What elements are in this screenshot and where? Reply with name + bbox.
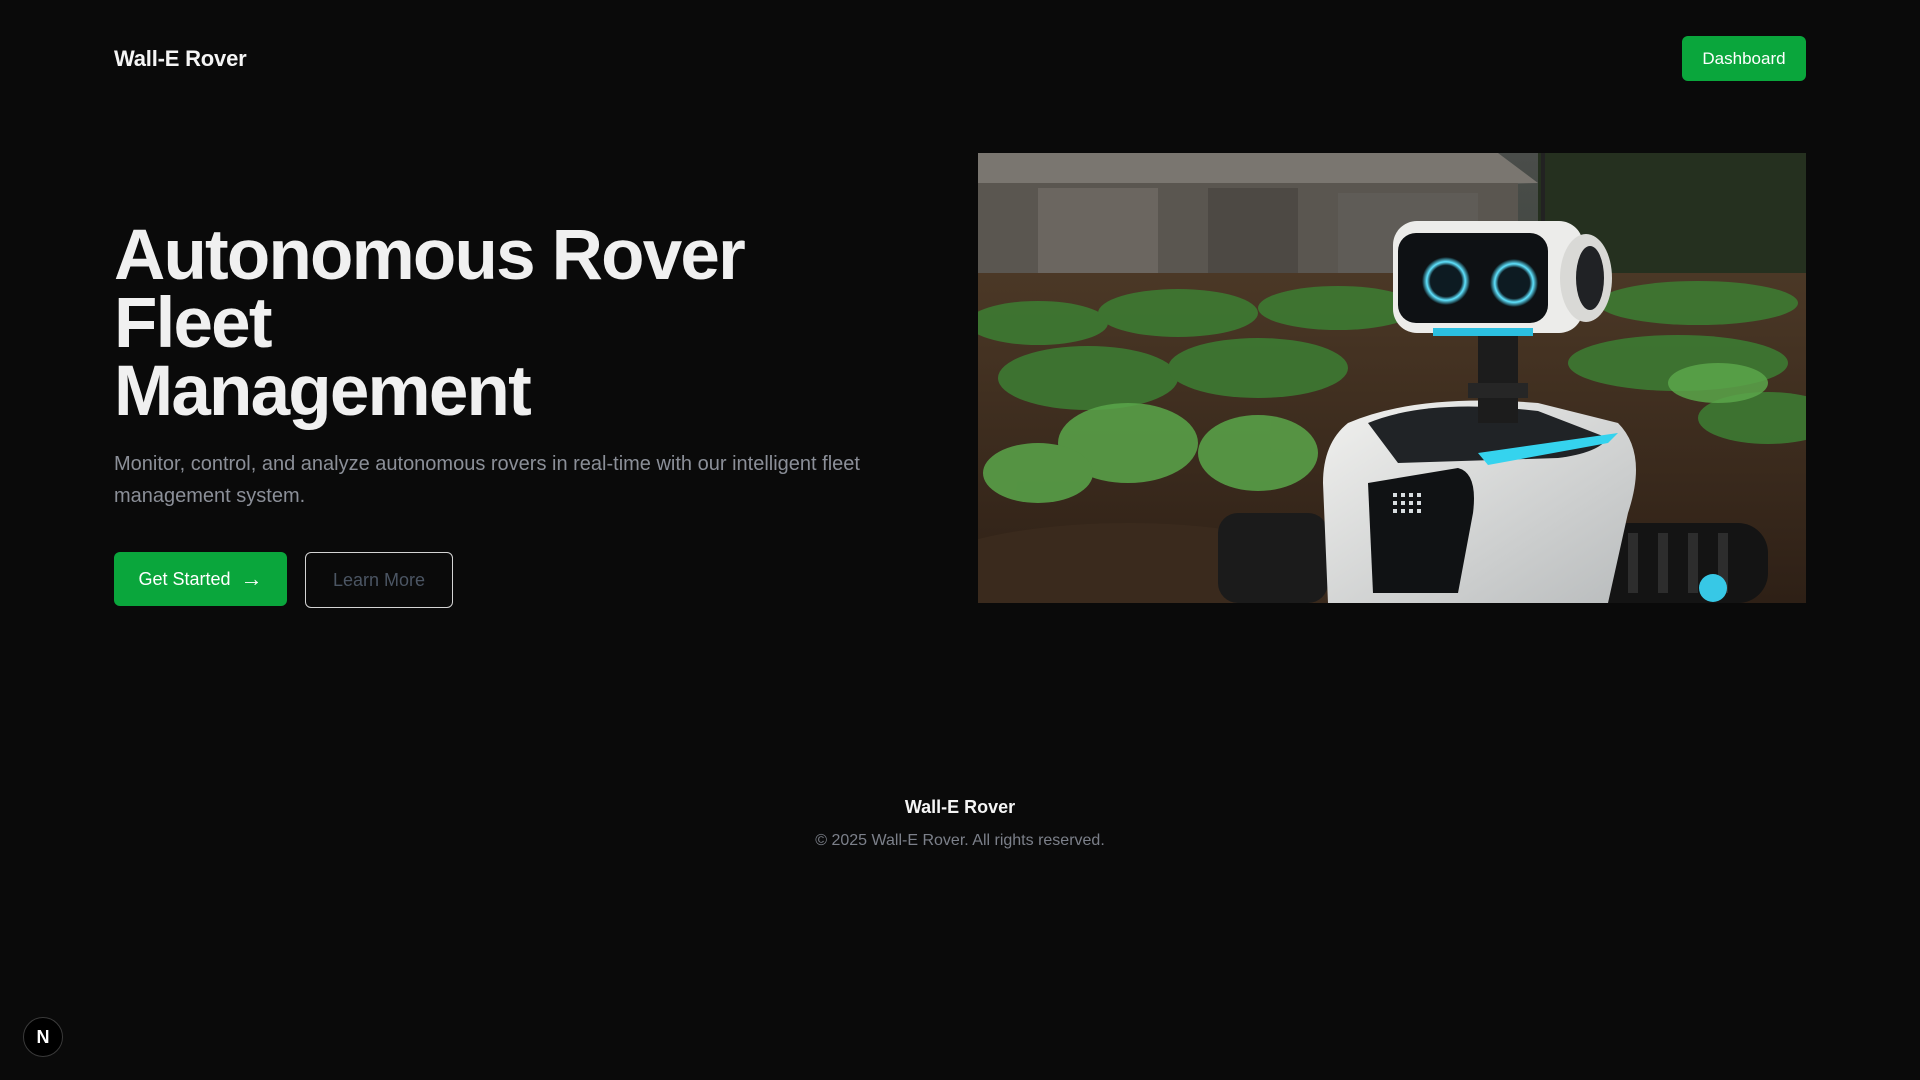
- hero-section: Autonomous Rover Fleet Management Monito…: [114, 220, 914, 608]
- hero-title-line1: Autonomous Rover Fleet: [114, 216, 746, 363]
- landing-page: Wall-E Rover Dashboard Autonomous Rover …: [0, 0, 1920, 1080]
- learn-more-button[interactable]: Learn More: [305, 552, 453, 608]
- hero-subtitle: Monitor, control, and analyze autonomous…: [114, 453, 860, 507]
- arrow-right-icon: →: [240, 566, 263, 591]
- site-header: Wall-E Rover Dashboard: [114, 36, 1806, 81]
- site-footer: Wall-E Rover © 2025 Wall-E Rover. All ri…: [0, 797, 1920, 850]
- footer-brand: Wall-E Rover: [904, 797, 1016, 817]
- get-started-label: Get Started: [138, 568, 231, 589]
- cta-row: Get Started → Learn More: [114, 552, 914, 608]
- get-started-button[interactable]: Get Started →: [114, 552, 287, 606]
- nextjs-dev-badge-icon[interactable]: N: [23, 1017, 63, 1057]
- rover-hero-image: [978, 153, 1806, 603]
- brand-logo[interactable]: Wall-E Rover: [114, 46, 247, 72]
- dashboard-button[interactable]: Dashboard: [1682, 36, 1806, 81]
- footer-copyright: © 2025 Wall-E Rover. All rights reserved…: [815, 832, 1105, 849]
- hero-title-line2: Management: [114, 352, 532, 431]
- hero-title: Autonomous Rover Fleet Management: [114, 220, 914, 427]
